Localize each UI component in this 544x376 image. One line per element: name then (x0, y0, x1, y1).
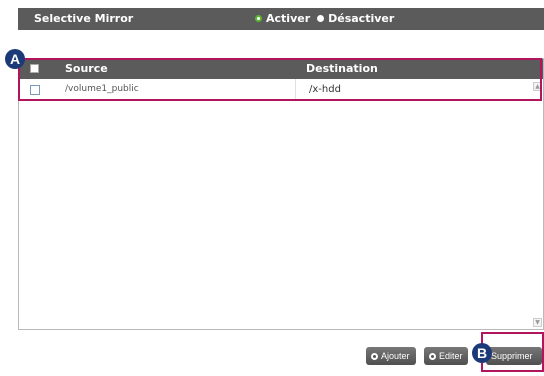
delete-button[interactable]: Supprimer (486, 347, 542, 365)
scroll-down-arrow-icon[interactable]: ▼ (533, 318, 542, 327)
column-divider (295, 79, 296, 99)
edit-button[interactable]: Editer (424, 347, 468, 365)
radio-desactiver-label: Désactiver (328, 12, 395, 25)
mirror-mode-radio-group: Activer Désactiver (255, 12, 401, 25)
callout-badge-a: A (5, 49, 25, 69)
add-button-label: Ajouter (381, 351, 410, 361)
source-cell: /volume1_public (65, 84, 139, 94)
selective-mirror-header: Selective Mirror Activer Désactiver (18, 8, 544, 30)
destination-cell: /x-hdd (309, 84, 341, 95)
radio-activer-label: Activer (266, 12, 311, 25)
delete-button-label: Supprimer (491, 351, 533, 361)
plus-icon (371, 352, 378, 360)
edit-icon (429, 352, 436, 360)
section-title: Selective Mirror (34, 12, 134, 25)
table-header: Source Destination (19, 59, 543, 79)
vertical-scrollbar[interactable] (532, 79, 542, 329)
radio-checked-icon (255, 15, 262, 22)
edit-button-label: Editer (439, 351, 463, 361)
radio-activer[interactable]: Activer (255, 12, 310, 25)
callout-badge-b: B (472, 343, 492, 363)
radio-unchecked-icon (317, 15, 325, 22)
radio-desactiver[interactable]: Désactiver (317, 12, 394, 25)
mirror-table: Source Destination /volume1_public /x-hd… (18, 58, 544, 330)
column-header-destination[interactable]: Destination (306, 62, 378, 75)
select-all-checkbox[interactable] (30, 64, 39, 73)
scroll-up-arrow-icon[interactable]: ▲ (533, 82, 542, 91)
column-header-source[interactable]: Source (65, 62, 108, 75)
row-checkbox[interactable] (30, 85, 40, 95)
add-button[interactable]: Ajouter (366, 347, 416, 365)
table-row[interactable]: /volume1_public /x-hdd (19, 81, 531, 99)
